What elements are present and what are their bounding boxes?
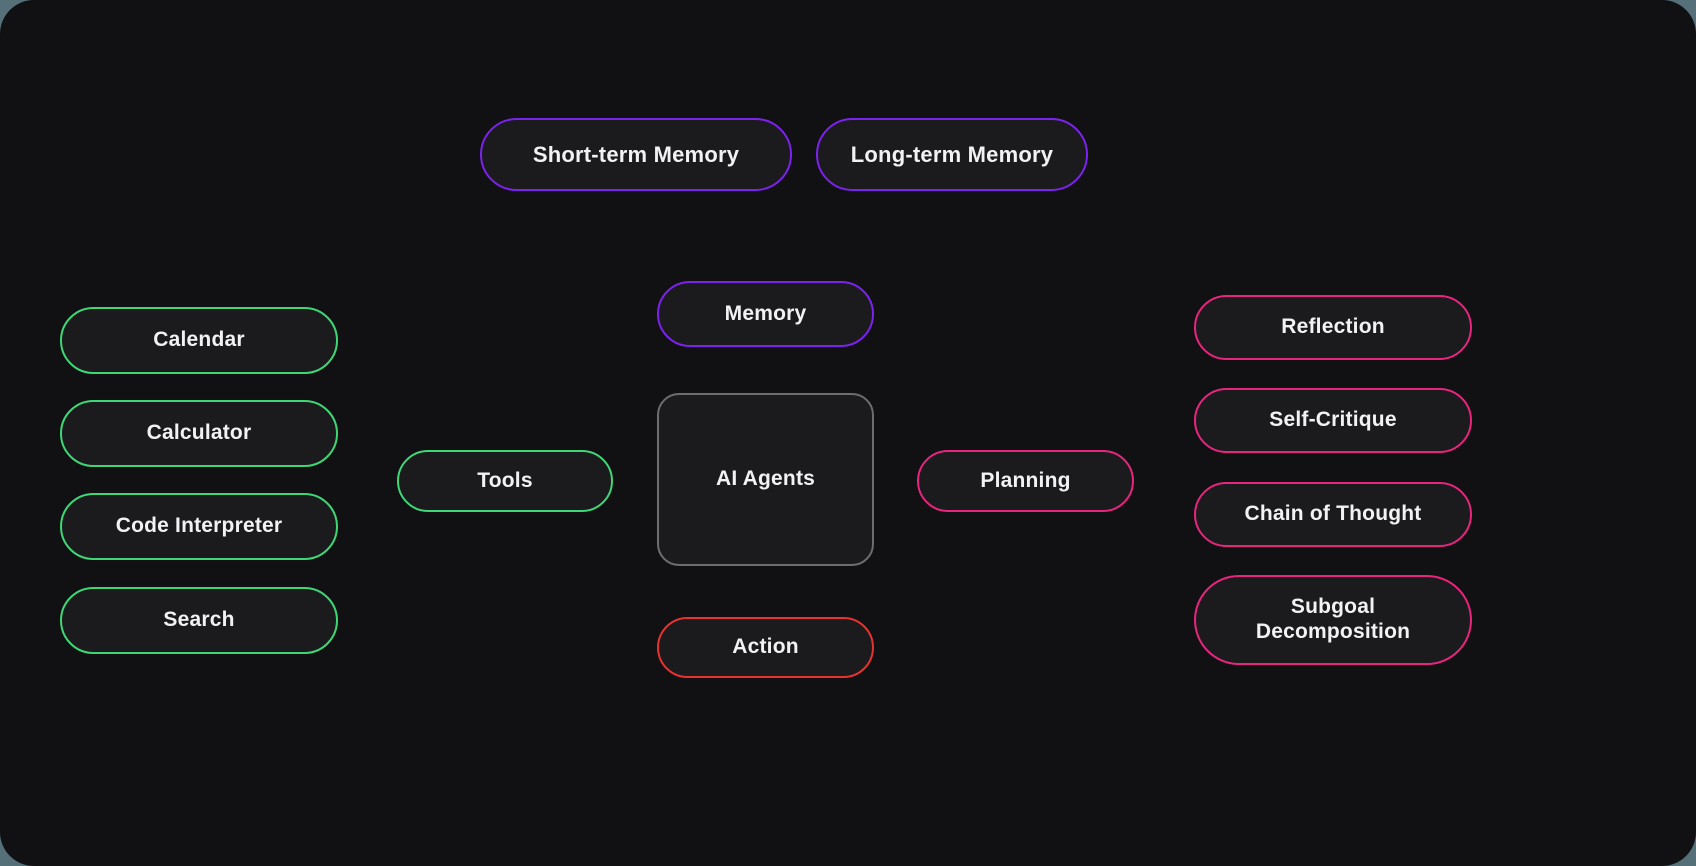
node-reflection[interactable]: Reflection <box>1194 295 1472 360</box>
node-label: Action <box>732 635 799 659</box>
node-label: Chain of Thought <box>1244 502 1422 526</box>
node-planning[interactable]: Planning <box>917 450 1134 512</box>
node-label: Tools <box>477 468 533 492</box>
node-memory[interactable]: Memory <box>657 281 874 347</box>
node-label: Search <box>163 608 235 632</box>
node-self-critique[interactable]: Self-Critique <box>1194 388 1472 453</box>
node-long-term-memory[interactable]: Long-term Memory <box>816 118 1088 191</box>
node-label: Short-term Memory <box>532 141 740 167</box>
node-label: Memory <box>724 301 807 325</box>
node-chain-of-thought[interactable]: Chain of Thought <box>1194 482 1472 547</box>
node-label: Reflection <box>1281 315 1385 339</box>
node-short-term-memory[interactable]: Short-term Memory <box>480 118 792 191</box>
node-calculator[interactable]: Calculator <box>60 400 338 467</box>
node-subgoal-decomposition[interactable]: Subgoal Decomposition <box>1194 575 1472 665</box>
diagram-canvas: Short-term Memory Long-term Memory Calen… <box>0 0 1696 866</box>
node-code-interpreter[interactable]: Code Interpreter <box>60 493 338 560</box>
node-tools[interactable]: Tools <box>397 450 613 512</box>
node-label: Calculator <box>146 421 252 445</box>
node-label: Subgoal Decomposition <box>1255 595 1411 643</box>
node-label: Self-Critique <box>1269 408 1397 432</box>
node-label: Long-term Memory <box>850 141 1054 167</box>
node-label: Code Interpreter <box>115 514 283 538</box>
node-calendar[interactable]: Calendar <box>60 307 338 374</box>
node-label: AI Agents <box>715 467 816 491</box>
node-label: Planning <box>980 468 1071 492</box>
node-action[interactable]: Action <box>657 617 874 678</box>
node-ai-agents[interactable]: AI Agents <box>657 393 874 566</box>
node-label: Calendar <box>153 328 245 352</box>
node-search[interactable]: Search <box>60 587 338 654</box>
